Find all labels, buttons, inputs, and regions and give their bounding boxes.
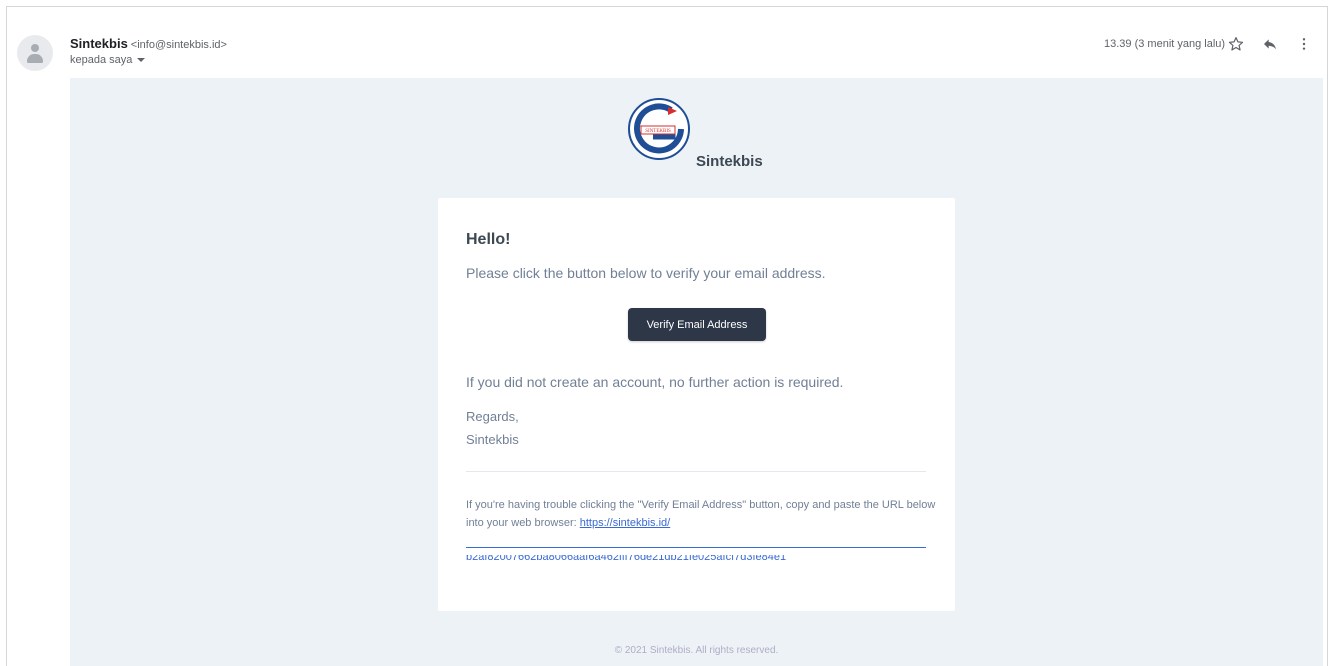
email-view: Sintekbis <info@sintekbis.id> kepada saya… (6, 6, 1328, 666)
reply-icon (1264, 39, 1276, 50)
email-card: Hello! Please click the button below to … (438, 198, 955, 611)
sender-name[interactable]: Sintekbis (70, 36, 128, 51)
regards-text: Regards, (466, 409, 519, 424)
chevron-down-icon (137, 58, 146, 63)
recipient-details-toggle[interactable]: kepada saya (70, 54, 146, 66)
sender-avatar[interactable] (17, 35, 53, 71)
divider (466, 471, 926, 472)
more-vert-icon (1302, 38, 1306, 50)
brand-name[interactable]: Sintekbis (696, 153, 763, 170)
email-body: SINTEKBIS Sintekbis Hello! Please click … (70, 78, 1323, 666)
signoff-text: Sintekbis (466, 432, 519, 447)
logo-text: SINTEKBIS (645, 129, 671, 134)
star-button[interactable] (1225, 33, 1247, 55)
verify-email-button[interactable]: Verify Email Address (628, 308, 766, 341)
verification-link[interactable]: https://sintekbis.id/ (580, 517, 671, 529)
greeting: Hello! (466, 231, 511, 248)
trouble-instructions: If you're having trouble clicking the "V… (466, 499, 936, 529)
more-options-button[interactable] (1293, 33, 1315, 55)
sender-email: <info@sintekbis.id> (130, 39, 227, 51)
verification-link-overflow[interactable] (466, 547, 926, 548)
sintekbis-logo: SINTEKBIS (628, 98, 690, 160)
verification-link-tail[interactable]: b2af82007662ba8066aaf6a462fff76de21db21f… (466, 555, 926, 563)
no-action-text: If you did not create an account, no fur… (466, 374, 844, 390)
sender-line: Sintekbis <info@sintekbis.id> (70, 36, 227, 51)
reply-button[interactable] (1259, 33, 1281, 55)
footer-copyright: © 2021 Sintekbis. All rights reserved. (614, 645, 779, 656)
timestamp: 13.39 (3 menit yang lalu) (1104, 38, 1226, 50)
trouble-text: If you're having trouble clicking the "V… (466, 496, 938, 532)
star-icon (1228, 37, 1244, 51)
intro-text: Please click the button below to verify … (466, 265, 826, 281)
recipient-label: kepada saya (70, 54, 133, 66)
verification-link-tail-text: b2af82007662ba8066aaf6a462fff76de21db21f… (466, 555, 787, 563)
